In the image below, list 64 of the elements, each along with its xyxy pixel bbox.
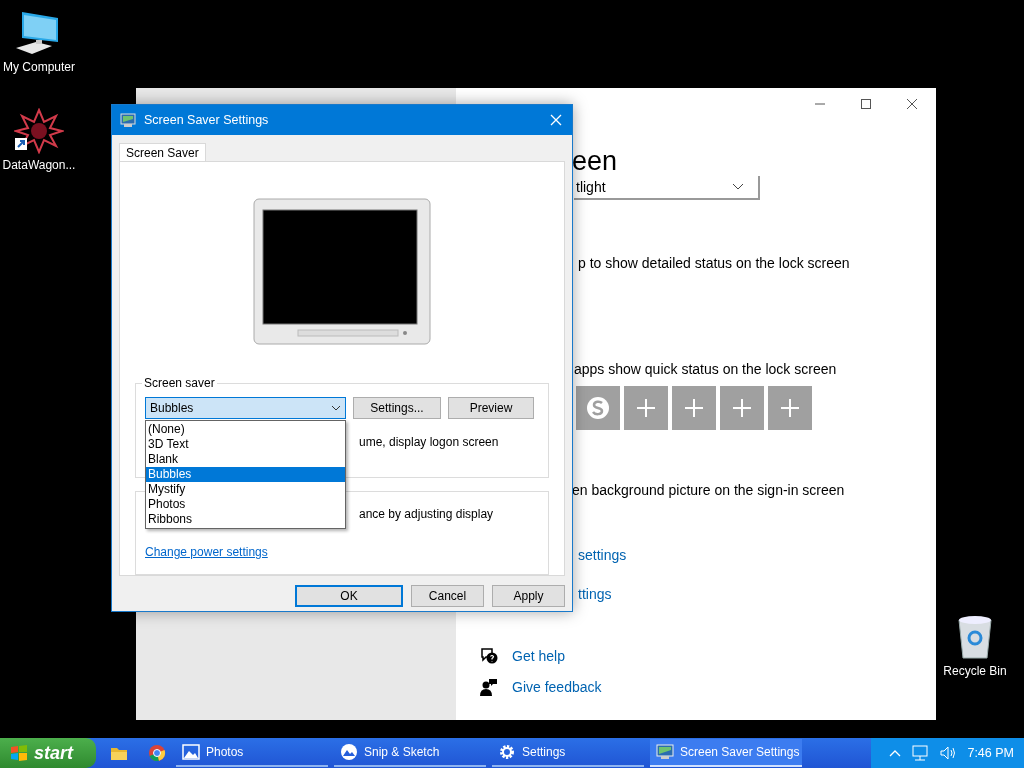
monitor-icon [656,743,674,761]
give-feedback-link[interactable]: Give feedback [512,679,602,695]
dropdown-option[interactable]: Photos [146,497,345,512]
star-burst-icon[interactable] [14,108,64,154]
add-app-tile[interactable] [672,386,716,430]
add-app-tile[interactable] [624,386,668,430]
gear-icon [498,743,516,761]
desktop-icon-label[interactable]: Recycle Bin [943,664,1007,678]
skype-icon [586,396,610,420]
dropdown-option[interactable]: Mystify [146,482,345,497]
settings-link[interactable]: ttings [578,586,612,602]
dropdown-option[interactable]: Blank [146,452,345,467]
taskbar-button[interactable]: Snip & Sketch [334,739,486,767]
settings-link[interactable]: settings [578,547,627,563]
chevron-down-icon [331,405,341,411]
change-power-settings-link[interactable]: Change power settings [145,545,268,559]
dropdown-option[interactable]: (None) [146,422,345,437]
chevron-up-icon[interactable] [889,749,902,757]
plus-icon [781,399,799,417]
plus-icon [733,399,751,417]
tab[interactable]: Screen Saver [119,143,206,161]
dialog-button[interactable]: Preview [448,397,534,419]
help-chat-icon [480,647,498,665]
close-icon [906,98,918,110]
dialog-button[interactable]: OK [295,585,403,607]
add-app-tile[interactable] [720,386,764,430]
group-label: Screen saver [142,376,217,390]
dialog-button[interactable]: Cancel [411,585,484,607]
dialog-button[interactable]: Apply [492,585,565,607]
background-dropdown[interactable]: tlight [574,176,760,200]
taskbar-button[interactable]: Screen Saver Settings [650,739,802,767]
setting-label: p to show detailed status on the lock screen [578,255,850,271]
photo-icon [182,743,200,761]
taskbar-button[interactable]: Settings [492,739,644,767]
monitor-icon [120,112,136,128]
option-label: ume, display logon screen [359,435,499,449]
maximize-icon [860,98,872,110]
taskbar-button[interactable]: Photos [176,739,328,767]
network-icon[interactable] [911,745,930,761]
add-app-tile[interactable] [768,386,812,430]
window-title: Screen Saver Settings [144,113,270,127]
description-text: ance by adjusting display [359,507,494,521]
close-icon[interactable] [550,114,562,126]
windows-flag-icon [10,744,28,762]
feedback-person-icon [480,678,498,696]
recycle-bin-icon[interactable] [955,614,995,660]
setting-label: en background picture on the sign-in screen [572,482,845,498]
setting-label: apps show quick status on the lock screen [574,361,837,377]
get-help-link[interactable]: Get help [512,648,565,664]
screen-saver-dropdown[interactable]: Bubbles [145,397,346,419]
volume-icon[interactable] [939,745,958,761]
chrome-icon[interactable] [148,744,166,762]
snip-sketch-icon [340,743,358,761]
dropdown-option[interactable]: Bubbles [146,467,345,482]
chevron-down-icon [732,183,744,191]
plus-icon [685,399,703,417]
plus-icon [637,399,655,417]
desktop-icon-label[interactable]: My Computer [3,60,75,74]
app-tile[interactable] [576,386,620,430]
desktop-icon-label[interactable]: DataWagon... [2,158,76,172]
dialog-button[interactable]: Settings... [353,397,441,419]
dropdown-option[interactable]: 3D Text [146,437,345,452]
page-heading: een [572,146,618,176]
dropdown-option[interactable]: Ribbons [146,512,345,527]
